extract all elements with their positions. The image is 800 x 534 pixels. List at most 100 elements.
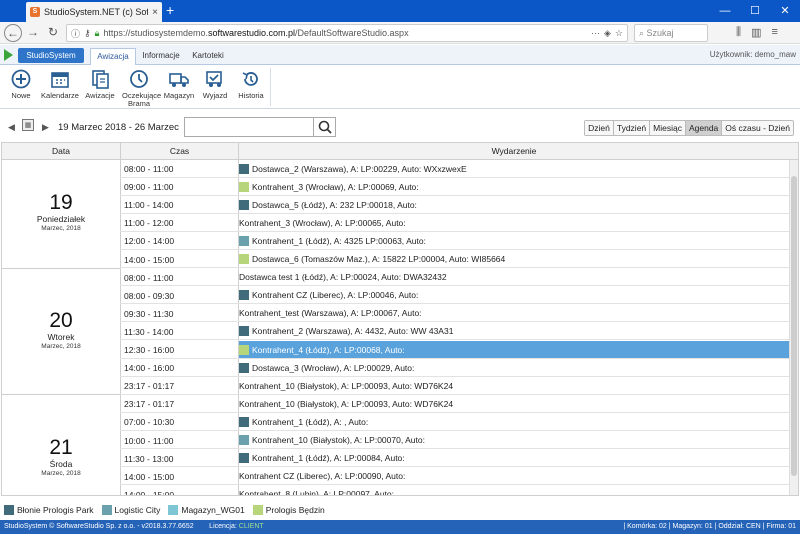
table-row[interactable]: 07:00 - 10:30 Kontrahent_1 (Łódź), A: , A… <box>120 413 790 431</box>
table-row[interactable]: 14:00 - 16:00 Dostawca_3 (Wrocław), A: LP… <box>120 359 790 377</box>
event-search-input[interactable] <box>184 117 314 137</box>
new-button[interactable]: Nowe <box>6 69 36 100</box>
departure-button[interactable]: Wyjazd <box>200 69 230 100</box>
search-button[interactable] <box>314 117 336 137</box>
browser-search-input[interactable]: ⌕ Szukaj <box>634 24 708 42</box>
history-button[interactable]: Historia <box>234 69 268 100</box>
new-tab-icon[interactable]: + <box>166 3 174 17</box>
event-description[interactable]: Kontrahent_4 (Łódź), A: LP:00068, Auto: <box>239 341 790 358</box>
reload-icon[interactable] <box>612 24 630 42</box>
event-description[interactable]: Kontrahent_test (Warszawa), A: LP:00067,… <box>239 305 422 322</box>
table-row[interactable]: 09:30 - 11:30 Kontrahent_test (Warszawa),… <box>120 305 790 323</box>
event-description[interactable]: Kontrahent_1 (Łódź), A: 4325 LP:00063, A… <box>239 232 426 249</box>
event-description[interactable]: Dostawca_6 (Tomaszów Maz.), A: 15822 LP:… <box>239 251 505 268</box>
day-weekday: Wtorek <box>47 331 75 342</box>
event-description[interactable]: Dostawca_5 (Łódź), A: 232 LP:00018, Auto… <box>239 196 417 213</box>
browser-tab[interactable]: S StudioSystem.NET (c) Softwa × <box>26 2 162 22</box>
forward-icon[interactable]: → <box>24 24 42 42</box>
awizacje-button[interactable]: Awizacje <box>84 69 116 100</box>
view-agenda-button[interactable]: Agenda <box>685 121 723 135</box>
event-text: Kontrahent_10 (Białystok), A: LP:00093, … <box>239 398 454 409</box>
event-description[interactable]: Kontrahent_1 (Łódź), A: , Auto: <box>239 413 368 430</box>
event-time: 11:30 - 14:00 <box>124 326 174 337</box>
table-row[interactable]: 12:00 - 14:00 Kontrahent_1 (Łódź), A: 432… <box>120 232 790 250</box>
view-month-button[interactable]: Miesiąc <box>650 121 686 135</box>
waiting-gate-button[interactable]: Oczekujące Brama <box>118 69 161 108</box>
tab-title: StudioSystem.NET (c) Softwa <box>44 7 149 17</box>
view-day-button[interactable]: Dzień <box>585 121 614 135</box>
table-row[interactable]: 14:00 - 15:00 Kontrahent CZ (Liberec), A:… <box>120 468 790 486</box>
table-row[interactable]: 11:30 - 14:00 Kontrahent_2 (Warszawa), A:… <box>120 323 790 341</box>
calendars-button[interactable]: Kalendarze <box>40 69 80 100</box>
event-description[interactable]: Kontrahent_8 (Lubin), A: LP:00097, Auto: <box>239 486 394 495</box>
event-description[interactable]: Kontrahent_2 (Warszawa), A: 4432, Auto: … <box>239 323 453 340</box>
warehouse-color-swatch <box>239 453 249 464</box>
prev-week-icon[interactable]: ◀ <box>8 122 15 133</box>
warehouse-color-swatch <box>239 290 249 301</box>
tab-informacje[interactable]: Informacje <box>140 48 182 65</box>
event-text: Kontrahent CZ (Liberec), A: LP:00046, Au… <box>252 290 419 301</box>
table-row[interactable]: 08:00 - 11:00 Dostawca test 1 (Łódź), A: … <box>120 269 790 287</box>
warehouse-color-swatch <box>239 199 249 210</box>
browser-nav-bar: ← → ↻ ⓘ ⚷ 🔒︎ https://studiosystemdemo.so… <box>0 22 800 44</box>
view-week-button[interactable]: Tydzień <box>613 121 651 135</box>
next-week-icon[interactable]: ▶ <box>42 122 49 133</box>
event-description[interactable]: Kontrahent_10 (Białystok), A: LP:00093, … <box>239 377 453 394</box>
sidebar-icon[interactable]: ▥ <box>751 26 761 39</box>
event-description[interactable]: Kontrahent_3 (Wrocław), A: LP:00065, Aut… <box>239 214 406 231</box>
table-row[interactable]: 14:00 - 15:00 Kontrahent_8 (Lubin), A: LP… <box>120 486 790 495</box>
studiosystem-button[interactable]: StudioSystem <box>18 48 84 63</box>
event-description[interactable]: Kontrahent_1 (Łódź), A: LP:00084, Auto: <box>239 450 405 467</box>
event-description[interactable]: Dostawca test 1 (Łódź), A: LP:00024, Aut… <box>239 269 447 286</box>
event-description[interactable]: Kontrahent CZ (Liberec), A: LP:00090, Au… <box>239 468 405 485</box>
new-label: Nowe <box>11 91 31 100</box>
event-time: 11:30 - 13:00 <box>124 453 174 464</box>
table-row[interactable]: 11:30 - 13:00 Kontrahent_1 (Łódź), A: LP:… <box>120 450 790 468</box>
tab-kartoteki[interactable]: Kartoteki <box>188 48 228 65</box>
event-time: 12:30 - 16:00 <box>124 345 175 355</box>
lock-icon[interactable]: 🔒︎ <box>95 28 100 39</box>
event-description[interactable]: Kontrahent_3 (Wrocław), A: LP:00069, Aut… <box>239 178 419 195</box>
more-icon[interactable]: ··· <box>591 28 600 38</box>
event-description[interactable]: Dostawca_2 (Warszawa), A: LP:00229, Auto… <box>239 160 467 177</box>
table-row[interactable]: 11:00 - 14:00 Dostawca_5 (Łódź), A: 232 L… <box>120 196 790 214</box>
close-window-icon[interactable]: ✕ <box>770 0 800 22</box>
view-timeline-day-button[interactable]: Oś czasu - Dzień <box>722 121 793 135</box>
reload-icon[interactable]: ↻ <box>44 24 62 42</box>
event-text: Kontrahent_1 (Łódź), A: LP:00084, Auto: <box>252 453 405 464</box>
table-row[interactable]: 09:00 - 11:00 Kontrahent_3 (Wrocław), A: … <box>120 178 790 196</box>
library-icon[interactable]: ⫼ <box>736 26 741 39</box>
scrollbar-thumb[interactable] <box>791 176 797 476</box>
event-description[interactable]: Kontrahent_10 (Białystok), A: LP:00070, … <box>239 432 425 449</box>
back-icon[interactable]: ← <box>4 24 22 42</box>
table-row[interactable]: 23:17 - 01:17 Kontrahent_10 (Białystok), … <box>120 377 790 395</box>
maximize-icon[interactable]: ☐ <box>740 0 770 22</box>
url-text: https://studiosystemdemo.softwarestudio.… <box>103 28 409 38</box>
event-time: 23:17 - 01:17 <box>124 399 175 410</box>
pocket-icon[interactable]: ◈ <box>604 28 611 39</box>
table-row[interactable]: 11:00 - 12:00 Kontrahent_3 (Wrocław), A: … <box>120 214 790 232</box>
calendar-picker-icon[interactable]: ▦ <box>22 119 34 131</box>
table-row[interactable]: 10:00 - 11:00 Kontrahent_10 (Białystok), … <box>120 432 790 449</box>
table-row[interactable]: 23:17 - 01:17 Kontrahent_10 (Białystok), … <box>120 395 790 413</box>
warehouse-button[interactable]: Magazyn <box>162 69 196 100</box>
vertical-scrollbar[interactable] <box>789 160 798 495</box>
tab-awizacja[interactable]: Awizacja <box>90 48 136 65</box>
event-text: Dostawca_3 (Wrocław), A: LP:00029, Auto: <box>252 362 415 373</box>
event-description[interactable]: Dostawca_3 (Wrocław), A: LP:00029, Auto: <box>239 359 414 376</box>
table-row[interactable]: 08:00 - 09:30 Kontrahent CZ (Liberec), A:… <box>120 287 790 305</box>
event-description[interactable]: Kontrahent_10 (Białystok), A: LP:00093, … <box>239 395 453 412</box>
status-right: | Komórka: 02 | Magazyn: 01 | Oddział: C… <box>623 523 796 530</box>
table-row[interactable]: 08:00 - 11:00 Dostawca_2 (Warszawa), A: L… <box>120 160 790 178</box>
table-row[interactable]: 12:30 - 16:00 Kontrahent_4 (Łódź), A: LP:… <box>120 341 790 359</box>
play-icon[interactable] <box>4 49 13 61</box>
event-text: Kontrahent_1 (Łódź), A: , Auto: <box>252 416 369 427</box>
minimize-icon[interactable]: — <box>710 0 740 22</box>
info-icon[interactable]: ⓘ <box>71 27 80 40</box>
menu-icon[interactable]: ≡ <box>771 26 777 39</box>
event-description[interactable]: Kontrahent CZ (Liberec), A: LP:00046, Au… <box>239 287 418 304</box>
address-bar[interactable]: ⓘ ⚷ 🔒︎ https://studiosystemdemo.software… <box>66 24 628 42</box>
table-row[interactable]: 14:00 - 15:00 Dostawca_6 (Tomaszów Maz.),… <box>120 251 790 268</box>
event-text: Kontrahent_10 (Białystok), A: LP:00093, … <box>239 380 454 391</box>
close-tab-icon[interactable]: × <box>152 7 158 18</box>
